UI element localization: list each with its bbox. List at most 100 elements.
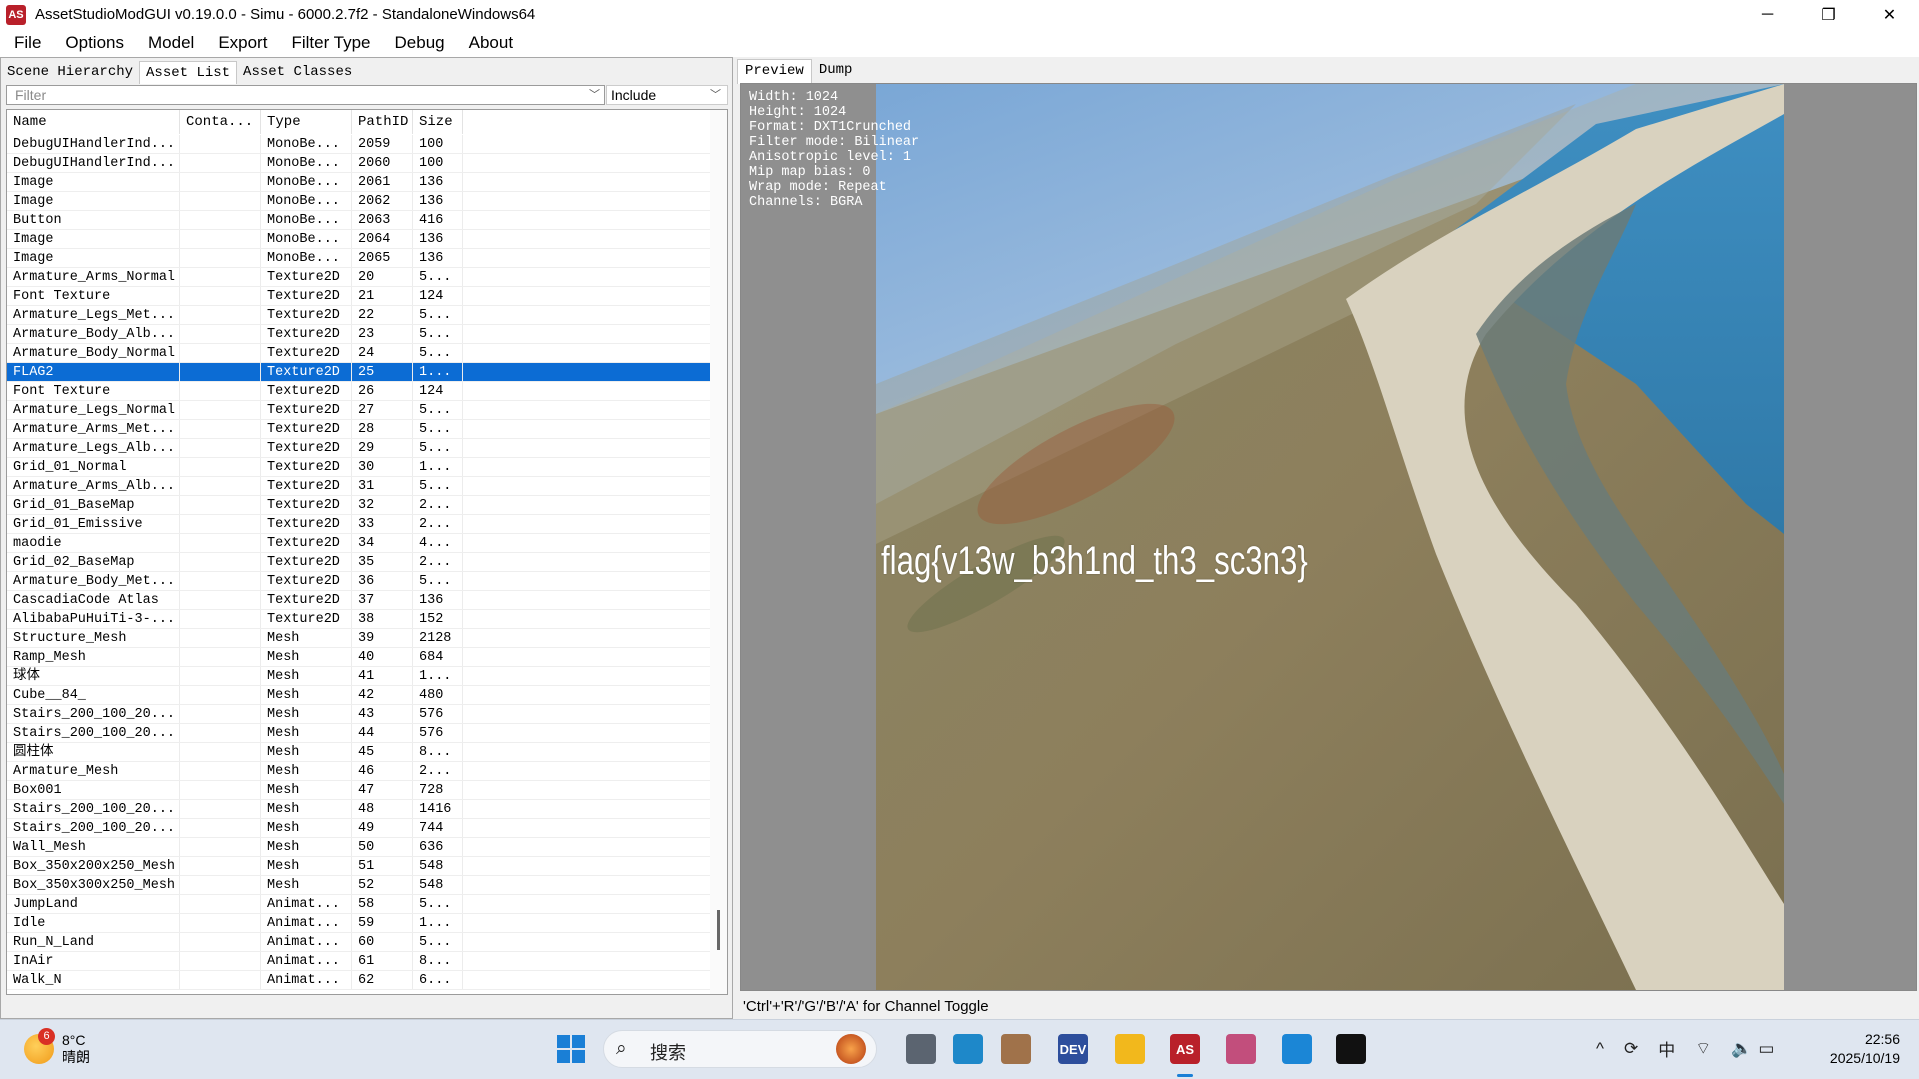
taskbar-search[interactable]: ⌕ 搜索 — [603, 1030, 877, 1068]
table-row[interactable]: Armature_Legs_Normal Texture2D 27 5... — [7, 401, 712, 420]
table-cell: 61 — [352, 952, 413, 970]
table-row[interactable]: Idle Animat... 59 1... — [7, 914, 712, 933]
table-row[interactable]: Armature_Legs_Alb... Texture2D 29 5... — [7, 439, 712, 458]
tab-preview[interactable]: Preview — [737, 59, 812, 84]
tab-dump[interactable]: Dump — [812, 59, 860, 83]
vertical-scrollbar[interactable] — [710, 110, 727, 994]
menu-debug[interactable]: Debug — [381, 33, 455, 53]
table-row[interactable]: Armature_Arms_Met... Texture2D 28 5... — [7, 420, 712, 439]
texture-info-line: Format: DXT1Crunched — [749, 120, 912, 135]
table-row[interactable]: Box_350x300x250_Mesh Mesh 52 548 — [7, 876, 712, 895]
table-cell: Texture2D — [261, 477, 352, 495]
store-app-icon[interactable] — [1282, 1034, 1312, 1064]
tray-chevron-icon[interactable]: ^ — [1596, 1039, 1604, 1059]
figure-app-icon[interactable] — [1001, 1034, 1031, 1064]
scroll-thumb[interactable] — [717, 910, 720, 950]
table-row[interactable]: Image MonoBe... 2061 136 — [7, 173, 712, 192]
table-row[interactable]: Cube__84_ Mesh 42 480 — [7, 686, 712, 705]
table-row[interactable]: Stairs_200_100_20... Mesh 48 1416 — [7, 800, 712, 819]
battery-icon[interactable]: ▭ — [1758, 1039, 1774, 1059]
table-cell: Mesh — [261, 838, 352, 856]
search-highlight-icon — [836, 1034, 866, 1064]
menu-file[interactable]: File — [0, 33, 51, 53]
column-header[interactable]: Size — [413, 110, 463, 134]
table-row[interactable]: Walk_N Animat... 62 6... — [7, 971, 712, 990]
table-row[interactable]: Grid_02_BaseMap Texture2D 35 2... — [7, 553, 712, 572]
sync-icon[interactable]: ⟳ — [1624, 1039, 1638, 1059]
devcpp-icon[interactable]: DEV — [1058, 1034, 1088, 1064]
table-row[interactable]: Grid_01_Emissive Texture2D 33 2... — [7, 515, 712, 534]
table-row[interactable]: Box001 Mesh 47 728 — [7, 781, 712, 800]
table-row[interactable]: Armature_Body_Normal Texture2D 24 5... — [7, 344, 712, 363]
menu-about[interactable]: About — [455, 33, 523, 53]
menu-filter-type[interactable]: Filter Type — [277, 33, 380, 53]
table-cell: DebugUIHandlerInd... — [7, 154, 180, 172]
table-cell: Stairs_200_100_20... — [7, 800, 180, 818]
minimize-button[interactable]: ─ — [1740, 0, 1795, 29]
table-row[interactable]: Image MonoBe... 2065 136 — [7, 249, 712, 268]
column-header[interactable]: Name — [7, 110, 180, 134]
table-row[interactable]: Armature_Arms_Normal Texture2D 20 5... — [7, 268, 712, 287]
column-header[interactable]: Type — [261, 110, 352, 134]
clock[interactable]: 22:56 2025/10/19 — [1820, 1030, 1900, 1068]
table-row[interactable]: AlibabaPuHuiTi-3-... Texture2D 38 152 — [7, 610, 712, 629]
table-row[interactable]: Grid_01_Normal Texture2D 30 1... — [7, 458, 712, 477]
table-row[interactable]: FLAG2 Texture2D 25 1... — [7, 363, 712, 382]
channel-toggle-hint: 'Ctrl'+'R'/'G'/'B'/'A' for Channel Toggl… — [743, 998, 989, 1015]
table-row[interactable]: Stairs_200_100_20... Mesh 43 576 — [7, 705, 712, 724]
tab-scene-hierarchy[interactable]: Scene Hierarchy — [1, 61, 139, 83]
edge-icon[interactable] — [953, 1034, 983, 1064]
column-header[interactable]: PathID — [352, 110, 413, 134]
table-row[interactable]: Grid_01_BaseMap Texture2D 32 2... — [7, 496, 712, 515]
table-row[interactable]: 球体 Mesh 41 1... — [7, 667, 712, 686]
table-row[interactable]: Image MonoBe... 2062 136 — [7, 192, 712, 211]
chevron-down-icon[interactable]: ﹀ — [589, 86, 600, 104]
table-row[interactable]: Armature_Body_Met... Texture2D 36 5... — [7, 572, 712, 591]
table-row[interactable]: Armature_Mesh Mesh 46 2... — [7, 762, 712, 781]
table-row[interactable]: Font Texture Texture2D 21 124 — [7, 287, 712, 306]
start-button[interactable] — [556, 1034, 586, 1064]
assetstudio-icon[interactable]: AS — [1170, 1034, 1200, 1064]
filter-input[interactable]: Filter ﹀ — [6, 85, 605, 105]
tab-asset-classes[interactable]: Asset Classes — [237, 61, 358, 83]
table-row[interactable]: Ramp_Mesh Mesh 40 684 — [7, 648, 712, 667]
maximize-button[interactable]: ❐ — [1801, 0, 1856, 29]
table-row[interactable]: Box_350x200x250_Mesh Mesh 51 548 — [7, 857, 712, 876]
table-row[interactable]: Structure_Mesh Mesh 39 2128 — [7, 629, 712, 648]
table-cell: 45 — [352, 743, 413, 761]
include-select[interactable]: Include ﹀ — [606, 85, 728, 105]
menu-options[interactable]: Options — [51, 33, 134, 53]
file-explorer-icon[interactable] — [1115, 1034, 1145, 1064]
task-view-icon[interactable] — [906, 1034, 936, 1064]
qq-icon[interactable] — [1336, 1034, 1366, 1064]
close-button[interactable]: ✕ — [1862, 0, 1917, 29]
table-row[interactable]: Button MonoBe... 2063 416 — [7, 211, 712, 230]
table-row[interactable]: CascadiaCode Atlas Texture2D 37 136 — [7, 591, 712, 610]
table-row[interactable]: Armature_Legs_Met... Texture2D 22 5... — [7, 306, 712, 325]
table-row[interactable]: Run_N_Land Animat... 60 5... — [7, 933, 712, 952]
table-row[interactable]: Wall_Mesh Mesh 50 636 — [7, 838, 712, 857]
ime-indicator[interactable]: 中 — [1658, 1036, 1675, 1061]
table-row[interactable]: InAir Animat... 61 8... — [7, 952, 712, 971]
table-row[interactable]: DebugUIHandlerInd... MonoBe... 2059 100 — [7, 135, 712, 154]
snipping-tool-icon[interactable] — [1226, 1034, 1256, 1064]
menu-model[interactable]: Model — [134, 33, 204, 53]
tab-asset-list[interactable]: Asset List — [139, 61, 238, 84]
table-row[interactable]: Armature_Body_Alb... Texture2D 23 5... — [7, 325, 712, 344]
table-row[interactable]: maodie Texture2D 34 4... — [7, 534, 712, 553]
system-tray: ^ ⟳ 中 ⌔ 🔈 ▭ — [1596, 1036, 1794, 1061]
table-row[interactable]: Stairs_200_100_20... Mesh 44 576 — [7, 724, 712, 743]
weather-widget[interactable]: 6 8°C 晴朗 — [24, 1028, 90, 1066]
volume-icon[interactable]: 🔈 — [1731, 1039, 1752, 1059]
wifi-icon[interactable]: ⌔ — [1695, 1038, 1711, 1059]
table-row[interactable]: JumpLand Animat... 58 5... — [7, 895, 712, 914]
chevron-down-icon[interactable]: ﹀ — [710, 86, 721, 104]
table-row[interactable]: Image MonoBe... 2064 136 — [7, 230, 712, 249]
table-row[interactable]: Font Texture Texture2D 26 124 — [7, 382, 712, 401]
table-row[interactable]: 圆柱体 Mesh 45 8... — [7, 743, 712, 762]
table-row[interactable]: DebugUIHandlerInd... MonoBe... 2060 100 — [7, 154, 712, 173]
menu-export[interactable]: Export — [204, 33, 277, 53]
table-row[interactable]: Stairs_200_100_20... Mesh 49 744 — [7, 819, 712, 838]
table-row[interactable]: Armature_Arms_Alb... Texture2D 31 5... — [7, 477, 712, 496]
column-header[interactable]: Conta... — [180, 110, 261, 134]
